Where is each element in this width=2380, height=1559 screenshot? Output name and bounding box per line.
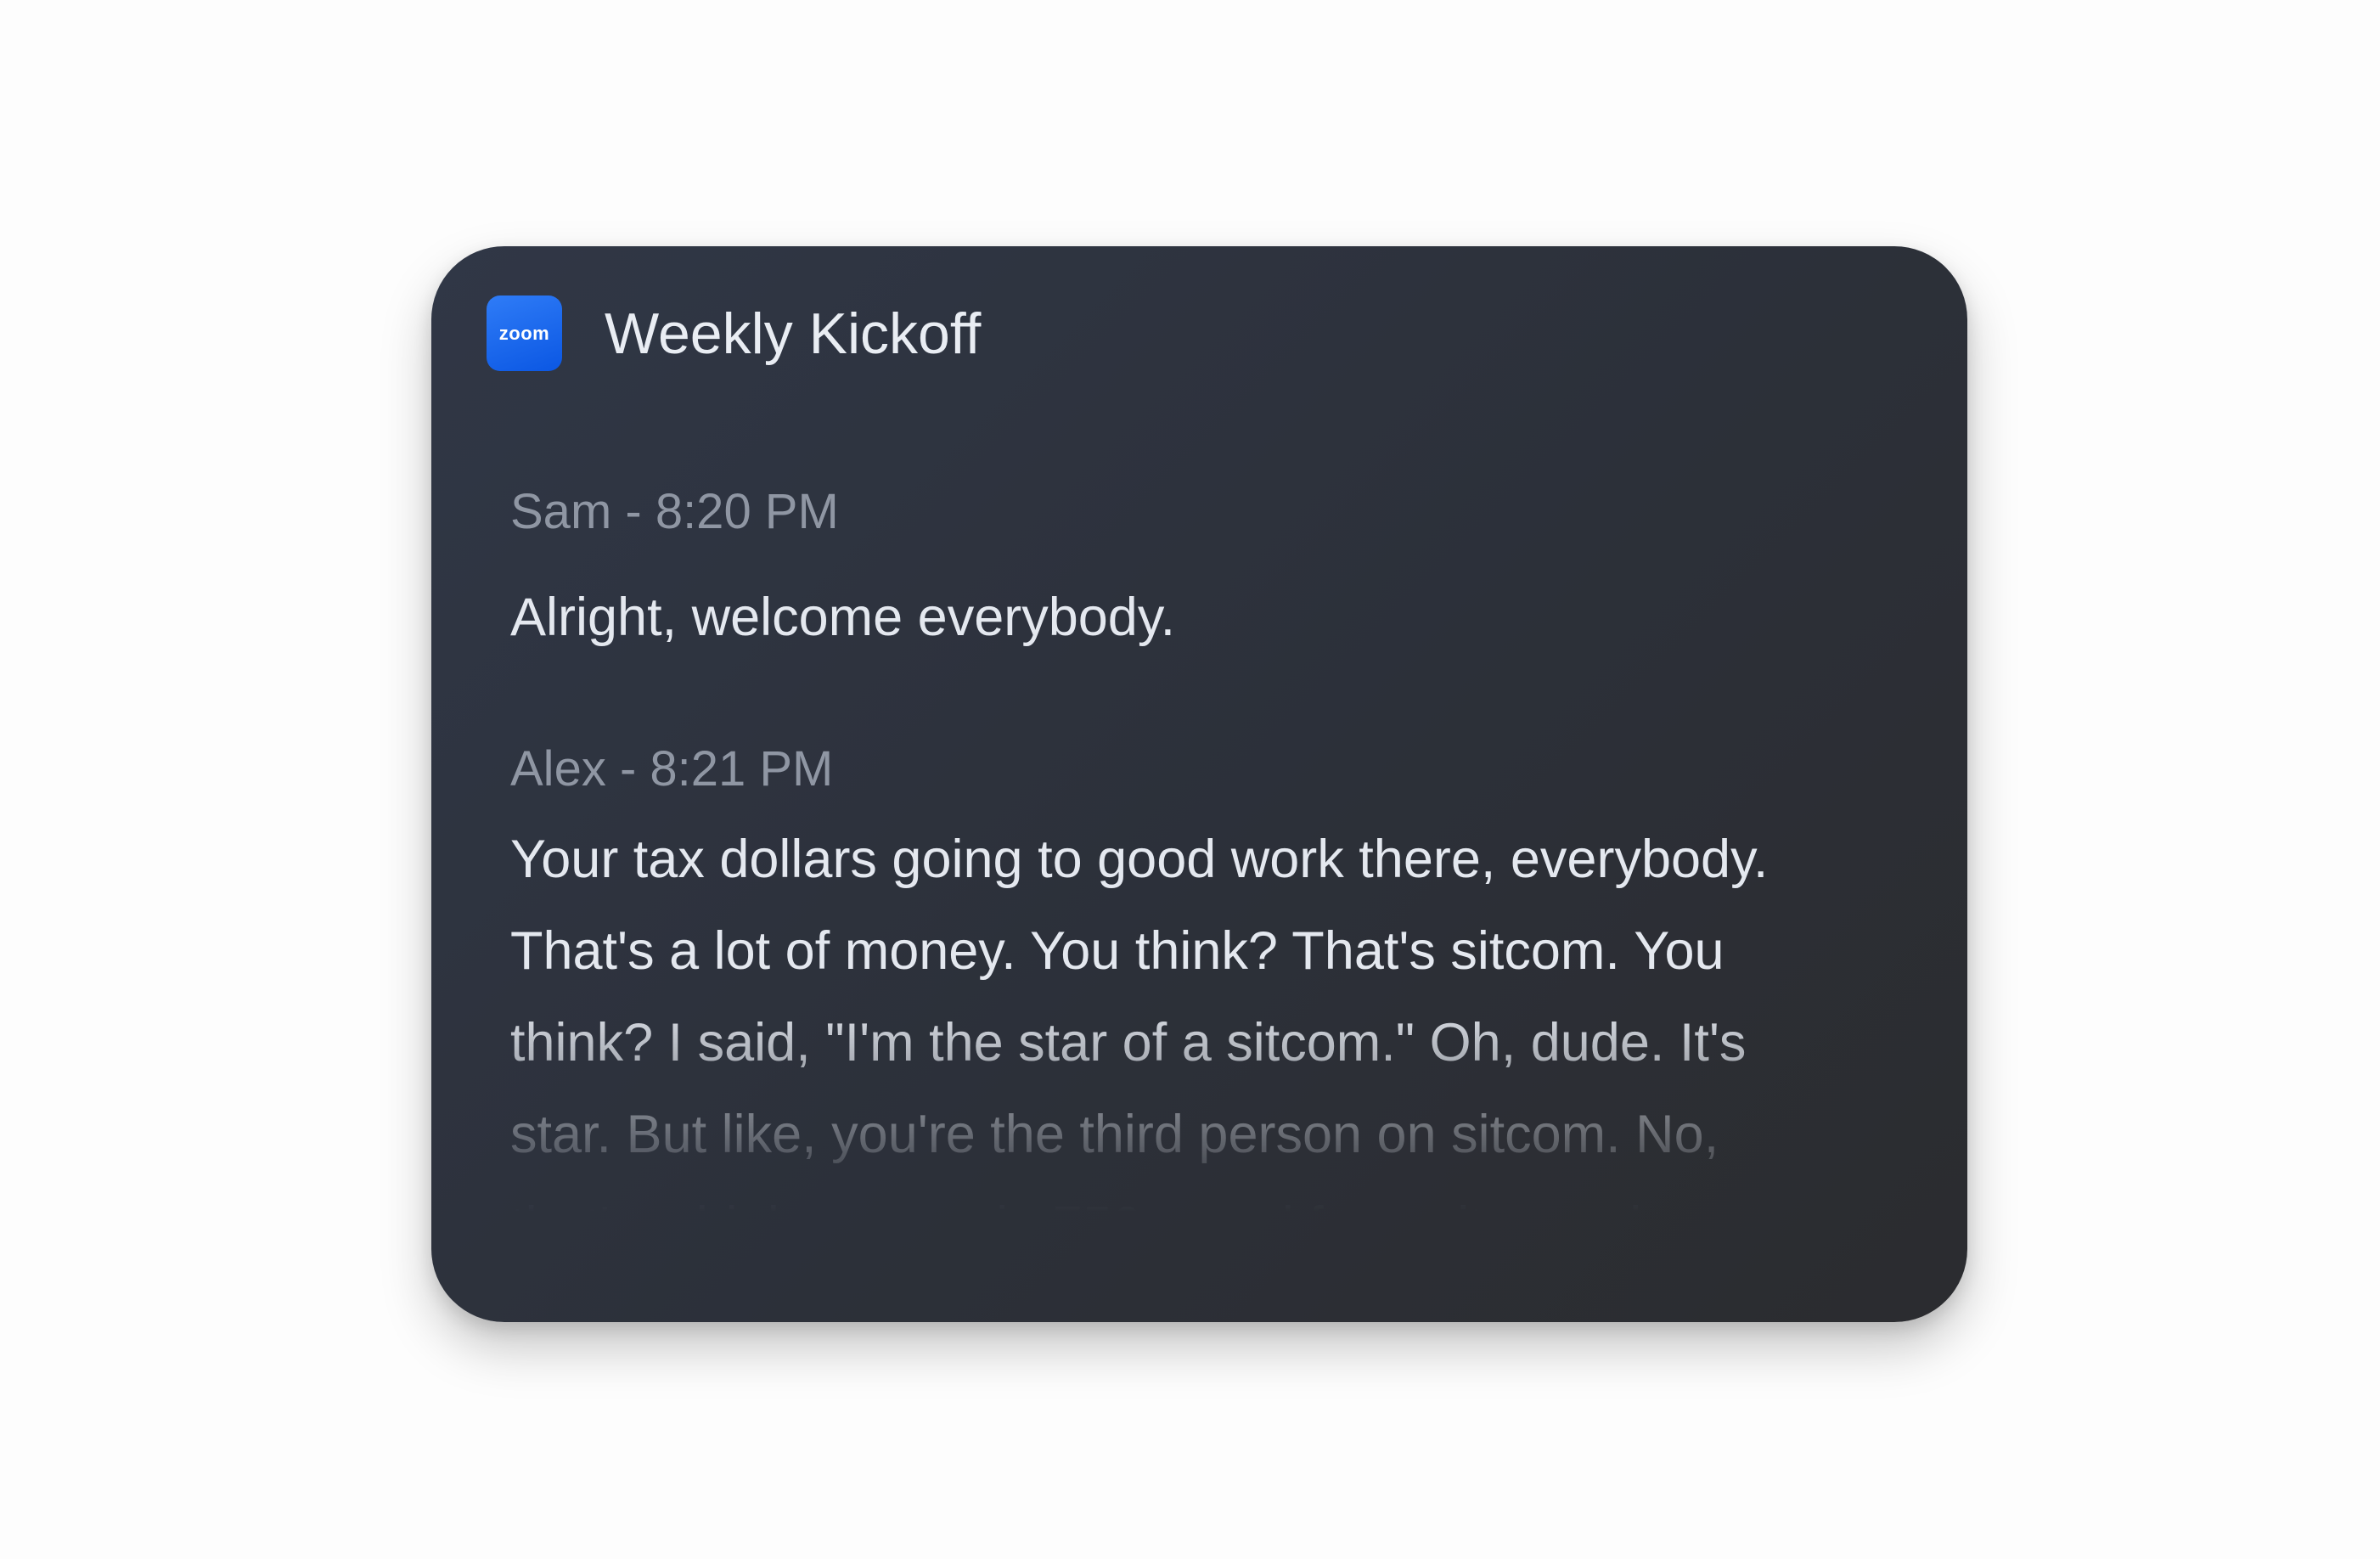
meta-separator: - (611, 484, 655, 539)
message-line: Alright, welcome everybody. (510, 588, 1176, 647)
speaker-meta: Alex - 8:21 PM (510, 741, 1937, 798)
message-time: 8:20 PM (655, 484, 839, 539)
message-line: That's a lot of money. You think? That's… (510, 921, 1725, 981)
speaker-name: Sam (510, 484, 612, 539)
message-line: Your tax dollars going to good work ther… (510, 830, 1769, 889)
transcript-message: Sam - 8:20 PM Alright, welcome everybody… (510, 484, 1937, 663)
transcript-message: Alex - 8:21 PM Your tax dollars going to… (510, 741, 1937, 1272)
message-text: Alright, welcome everybody. (510, 571, 1937, 663)
message-time: 8:21 PM (650, 741, 834, 796)
meeting-title: Weekly Kickoff (605, 301, 982, 366)
meta-separator: - (605, 741, 650, 796)
transcript-card: zoom Weekly Kickoff Sam - 8:20 PM Alrigh… (431, 246, 1967, 1322)
message-text: Your tax dollars going to good work ther… (510, 813, 1937, 1272)
message-line: think? I said, "I'm the star of a sitcom… (510, 1013, 1747, 1072)
transcript-list: Sam - 8:20 PM Alright, welcome everybody… (510, 484, 1937, 1322)
zoom-app-icon: zoom (487, 295, 562, 371)
speaker-meta: Sam - 8:20 PM (510, 484, 1937, 541)
app-icon-label: zoom (498, 322, 550, 344)
card-header: zoom Weekly Kickoff (487, 295, 981, 371)
message-line: that's a high wage, sir. 750 grand for a… (510, 1196, 1746, 1256)
speaker-name: Alex (510, 741, 606, 796)
message-line: star. But like, you're the third person … (510, 1105, 1719, 1164)
